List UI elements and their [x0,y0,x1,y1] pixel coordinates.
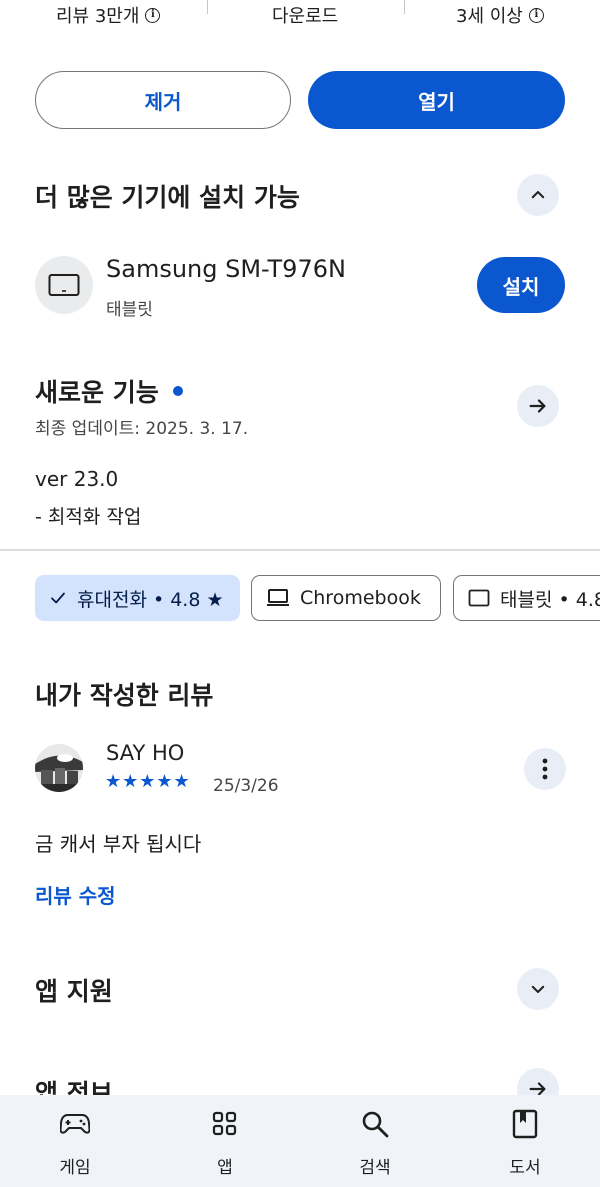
more-vert-icon [542,758,548,780]
new-indicator-dot [172,386,183,396]
downloads-stat: 다운로드 [272,2,338,28]
whats-new-title: 새로운 기능 [35,378,159,407]
search-icon [360,1109,390,1139]
whats-new-arrow-button[interactable] [517,385,559,427]
review-more-options-button[interactable] [524,748,566,790]
check-icon [51,592,65,604]
section-divider [0,549,600,551]
my-review-title: 내가 작성한 리뷰 [35,681,214,710]
whats-new-header[interactable]: 새로운 기능 [35,373,183,409]
reviews-stat[interactable]: 리뷰 3만개 i [56,2,161,28]
avatar [35,744,83,792]
info-icon: i [145,7,161,23]
tablet-icon [468,589,490,607]
install-on-device-button[interactable]: 설치 [477,257,565,313]
open-button[interactable]: 열기 [308,71,565,129]
uninstall-button[interactable]: 제거 [35,71,291,129]
reviewer-name: SAY HO [106,741,185,765]
downloads-label: 다운로드 [272,6,339,27]
chip-chromebook[interactable]: Chromebook [251,575,441,621]
stat-divider [207,0,208,14]
review-date: 25/3/26 [213,776,279,796]
book-icon [510,1109,540,1139]
chevron-up-icon [531,191,545,199]
device-avatar [35,256,93,314]
bottom-navigation: 게임 앱 검색 도서 [0,1095,600,1187]
apps-grid-icon [210,1109,240,1139]
chip-tablet[interactable]: 태블릿 • 4.8 [453,575,600,621]
info-icon: i [528,7,544,23]
chip-label: 휴대전화 • 4.8 ★ [77,588,224,611]
more-devices-title: 더 많은 기기에 설치 가능 [35,183,300,212]
app-support-title: 앱 지원 [35,977,113,1006]
nav-item-books[interactable]: 도서 [450,1095,600,1187]
laptop-icon [267,589,289,606]
nav-label: 앱 [217,1158,233,1178]
age-rating-stat[interactable]: 3세 이상 i [456,2,544,28]
version-text: ver 23.0 [35,467,119,491]
review-text: 금 캐서 부자 됩시다 [35,832,202,856]
nav-item-apps[interactable]: 앱 [150,1095,300,1187]
reviews-count: 리뷰 3만개 [56,6,140,27]
chip-label: Chromebook [300,587,421,609]
last-updated: 최종 업데이트: 2025. 3. 17. [35,419,249,439]
arrow-right-icon [529,399,546,413]
chevron-down-icon [531,985,545,993]
device-type: 태블릿 [106,300,153,320]
gamepad-icon [60,1109,90,1139]
nav-label: 도서 [509,1158,541,1178]
nav-item-games[interactable]: 게임 [0,1095,150,1187]
tablet-icon [48,274,80,296]
stat-divider [404,0,405,14]
age-rating-label: 3세 이상 [456,6,523,27]
chip-phone[interactable]: 휴대전화 • 4.8 ★ [35,575,240,621]
nav-label: 게임 [59,1158,91,1178]
avatar-image [35,744,83,792]
app-stats-row: 리뷰 3만개 i 다운로드 3세 이상 i [0,0,600,40]
nav-label: 검색 [359,1158,391,1178]
collapse-button[interactable] [517,174,559,216]
release-notes: - 최적화 작업 [35,506,142,528]
device-name: Samsung SM-T976N [106,255,346,283]
chip-label: 태블릿 • 4.8 [500,588,600,611]
star-rating: ★★★★★ [105,771,191,792]
edit-review-link[interactable]: 리뷰 수정 [35,880,116,909]
app-support-expand-button[interactable] [517,968,559,1010]
nav-item-search[interactable]: 검색 [300,1095,450,1187]
